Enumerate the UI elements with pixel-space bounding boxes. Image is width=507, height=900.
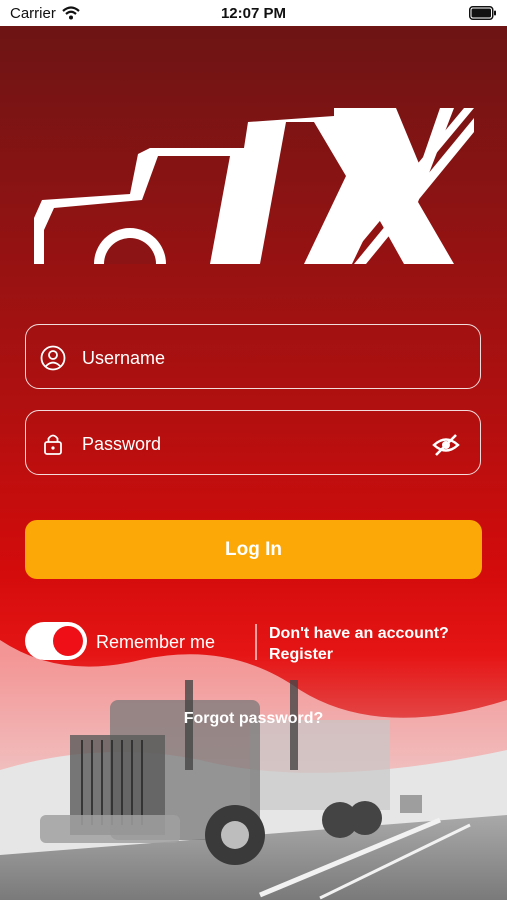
status-bar: Carrier 12:07 PM: [0, 0, 507, 26]
status-time: 12:07 PM: [220, 5, 287, 22]
truck-background-image: [0, 640, 507, 900]
register-text: Register: [269, 646, 334, 663]
register-link[interactable]: Don't have an account? Register: [269, 623, 449, 665]
password-field[interactable]: [25, 410, 481, 475]
username-input[interactable]: [80, 335, 414, 381]
login-screen: Carrier 12:07 PM Username Log In Remembe…: [0, 0, 507, 900]
battery-icon: [469, 6, 496, 20]
forgot-password-link[interactable]: Forgot password?: [0, 710, 507, 728]
eye-off-icon[interactable]: [432, 433, 460, 457]
user-icon: [40, 345, 66, 371]
username-field[interactable]: [25, 324, 481, 389]
remember-me-label: Remember me: [96, 632, 216, 652]
tx-logo: [34, 108, 474, 264]
register-prompt: Don't have an account?: [269, 625, 449, 642]
divider: [255, 624, 257, 660]
password-input[interactable]: [80, 421, 414, 467]
toggle-knob: [53, 626, 83, 656]
login-button[interactable]: Log In: [25, 520, 482, 579]
lock-icon: [44, 434, 62, 455]
remember-me-toggle[interactable]: [25, 622, 87, 660]
